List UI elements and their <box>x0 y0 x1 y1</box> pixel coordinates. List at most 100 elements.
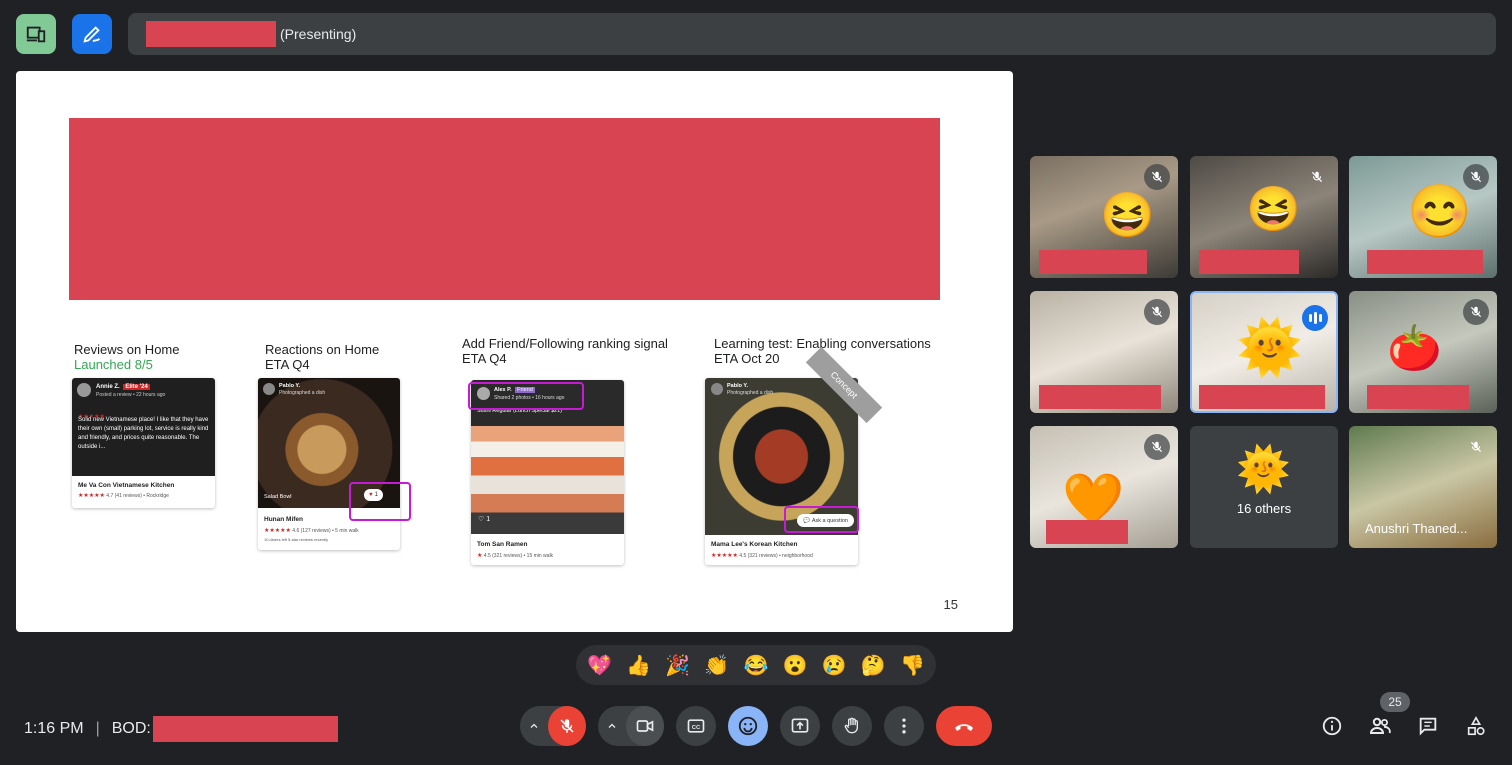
camera-control-group <box>598 706 664 746</box>
redacted-meeting-name <box>152 716 338 742</box>
avatar <box>263 383 275 395</box>
more-options-button[interactable] <box>884 706 924 746</box>
camera-options-chevron-icon[interactable] <box>598 706 626 746</box>
chat-button[interactable] <box>1414 712 1442 740</box>
participant-tile-2[interactable]: 😆 <box>1190 156 1338 278</box>
svg-text:CC: CC <box>692 725 701 731</box>
leave-call-button[interactable] <box>936 706 992 746</box>
bottom-control-bar: 1:16 PM | BOD: CC 25 <box>0 690 1512 765</box>
heart-face-icon: 🧡 <box>1062 471 1125 527</box>
reaction-clapping[interactable]: 👏 <box>704 653 729 678</box>
presentation-slide: Reviews on Home Launched 8/5 Annie Z. El… <box>16 71 1013 632</box>
redacted-participant-name <box>1039 250 1147 274</box>
reaction-crying[interactable]: 😢 <box>822 653 847 678</box>
redacted-participant-name <box>1367 250 1483 274</box>
meeting-details-button[interactable] <box>1318 712 1346 740</box>
shapes-icon <box>1467 716 1485 736</box>
clock-time: 1:16 PM <box>24 720 84 737</box>
participant-tile-active-speaker[interactable]: 🌞 <box>1190 291 1338 413</box>
redacted-participant-name <box>1046 520 1128 544</box>
speaking-indicator-icon <box>1302 305 1328 331</box>
others-label: 16 others <box>1236 501 1292 516</box>
present-screen-icon <box>791 718 809 733</box>
smiling-face-icon: 😊 <box>1407 183 1472 241</box>
meeting-prefix: BOD: <box>111 720 151 737</box>
redacted-participant-name <box>1039 385 1161 409</box>
reaction-party-popper[interactable]: 🎉 <box>665 653 690 678</box>
presenting-label: (Presenting) <box>280 26 357 42</box>
sun-face-icon: 🌞 <box>1236 445 1291 494</box>
mic-off-icon <box>1144 299 1170 325</box>
heart-outline-icon: ♡ <box>478 516 485 523</box>
captions-button[interactable]: CC <box>676 706 716 746</box>
mic-off-icon <box>1463 434 1489 460</box>
reaction-thumbs-up[interactable]: 👍 <box>626 653 651 678</box>
mic-off-icon <box>560 719 574 733</box>
camera-button[interactable] <box>626 706 664 746</box>
closed-captions-icon: CC <box>687 719 705 733</box>
laughing-face-icon: 😆 <box>1246 185 1301 234</box>
feature-title-reactions: Reactions on Home ETA Q4 <box>265 342 380 372</box>
annotate-button[interactable] <box>72 14 112 54</box>
reaction-sparkling-heart[interactable]: 💖 <box>587 653 612 678</box>
mic-off-icon <box>1144 434 1170 460</box>
feature-title-add-friend: Add Friend/Following ranking signal ETA … <box>462 336 668 366</box>
redacted-participant-name <box>1367 385 1469 409</box>
highlight-reaction <box>349 482 411 521</box>
people-icon <box>1369 717 1391 734</box>
review-card: Annie Z. Elite '24 Posted a review • 22 … <box>72 378 215 508</box>
meeting-info: 1:16 PM | BOD: <box>24 716 338 742</box>
redacted-presenter-name <box>146 21 276 47</box>
participant-tile-6[interactable]: 🍅 <box>1349 291 1497 413</box>
avatar <box>711 383 723 395</box>
mic-off-icon <box>1463 299 1489 325</box>
mic-off-icon <box>1144 164 1170 190</box>
slide-page-number: 15 <box>943 597 958 612</box>
reaction-tears-of-joy[interactable]: 😂 <box>744 653 769 678</box>
present-now-button[interactable] <box>780 706 820 746</box>
hang-up-icon <box>955 724 973 731</box>
conversation-card: Pablo Y. Photographed a dish 💬 Ask a ques… <box>705 378 858 565</box>
companion-mode-button[interactable] <box>16 14 56 54</box>
reaction-surprised[interactable]: 😮 <box>783 653 808 678</box>
emoji-icon <box>738 716 758 736</box>
reaction-card: Pablo Y. Photographed a dish Salad Bowl … <box>258 378 400 550</box>
top-bar: (Presenting) <box>0 0 1512 68</box>
highlight-friend-badge <box>468 382 584 410</box>
mic-off-icon <box>1304 164 1330 190</box>
mic-options-chevron-icon[interactable] <box>520 706 548 746</box>
reactions-button[interactable] <box>728 706 768 746</box>
presenting-banner: (Presenting) <box>128 13 1496 55</box>
feature-title-reviews: Reviews on Home Launched 8/5 <box>74 342 180 372</box>
hand-icon <box>844 717 858 734</box>
avatar <box>77 383 91 397</box>
mic-off-button[interactable] <box>548 706 586 746</box>
people-button[interactable] <box>1366 712 1394 740</box>
redacted-slide-banner <box>69 118 940 300</box>
participant-tile-1[interactable]: 😆 <box>1030 156 1178 278</box>
participant-count-badge: 25 <box>1380 692 1410 712</box>
others-tile[interactable]: 🌞 16 others <box>1190 426 1338 548</box>
participant-tile-anushri[interactable]: Anushri Thaned... <box>1349 426 1497 548</box>
redacted-participant-name <box>1199 385 1325 409</box>
tomato-sunglasses-icon: 🍅 <box>1387 324 1442 373</box>
chat-icon <box>1419 717 1437 736</box>
participant-tile-3[interactable]: 😊 <box>1349 156 1497 278</box>
mic-control-group <box>520 706 586 746</box>
stellar-work-sticker-icon: 🌞 <box>1236 318 1304 378</box>
info-icon <box>1322 716 1342 736</box>
reactions-bar: 💖 👍 🎉 👏 😂 😮 😢 🤔 👎 <box>576 645 936 685</box>
laughing-face-icon: 😆 <box>1100 191 1155 240</box>
highlight-ask-question <box>784 506 859 533</box>
raise-hand-button[interactable] <box>832 706 872 746</box>
activities-button[interactable] <box>1462 712 1490 740</box>
participant-tile-7[interactable]: 🧡 <box>1030 426 1178 548</box>
reaction-thumbs-down[interactable]: 👎 <box>900 653 925 678</box>
participant-tile-4[interactable] <box>1030 291 1178 413</box>
reaction-thinking[interactable]: 🤔 <box>861 653 886 678</box>
participant-name: Anushri Thaned... <box>1365 521 1468 536</box>
redacted-participant-name <box>1199 250 1299 274</box>
devices-icon <box>26 26 46 43</box>
pen-icon <box>83 26 101 43</box>
mic-off-icon <box>1463 164 1489 190</box>
